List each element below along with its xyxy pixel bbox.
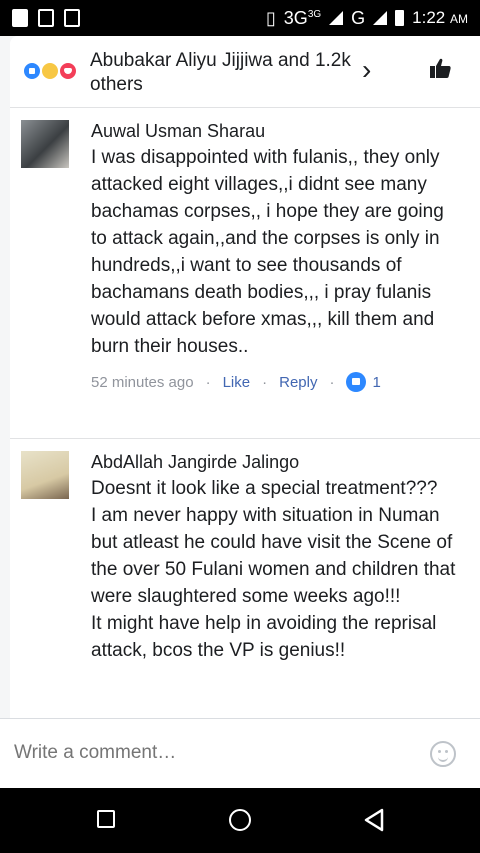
clock: 1:22 AM (412, 8, 468, 27)
comment-input[interactable] (14, 739, 394, 767)
comment: AbdAllah Jangirde Jalingo Doesnt it look… (10, 439, 480, 718)
comment-text: Doesnt it look like a special treatment?… (91, 478, 456, 661)
home-icon[interactable] (229, 809, 251, 831)
emoji-icon[interactable] (430, 741, 456, 767)
comment-body: Auwal Usman Sharau I was disappointed wi… (91, 120, 461, 392)
reply-button[interactable]: Reply (279, 374, 317, 391)
sad-icon (40, 61, 60, 81)
system-status: ▯ 3G3G G 1:22 AM (266, 8, 468, 29)
vibrate-icon: ▯ (265, 7, 276, 28)
like-icon (22, 61, 42, 81)
comment: Auwal Usman Sharau I was disappointed wi… (10, 108, 480, 438)
thumbs-up-icon[interactable] (428, 56, 452, 80)
avatar[interactable] (21, 120, 69, 168)
status-bar: ▯ 3G3G G 1:22 AM (0, 0, 480, 36)
network-type: 3G3G (283, 7, 322, 28)
reactions-text[interactable]: Abubakar Aliyu Jijjiwa and 1.2k others (90, 49, 360, 97)
comment-body: AbdAllah Jangirde Jalingo Doesnt it look… (91, 451, 461, 664)
reaction-icons (22, 61, 84, 83)
separator: · (329, 373, 335, 391)
love-icon (58, 61, 78, 81)
battery-icon (395, 10, 405, 26)
navigation-bar (0, 788, 480, 853)
notification-icons (12, 9, 80, 27)
signal-icon (329, 11, 344, 25)
mail-icon (38, 9, 54, 27)
like-count[interactable]: 1 (372, 374, 380, 391)
comment-author[interactable]: Auwal Usman Sharau (91, 120, 461, 142)
chevron-right-icon[interactable]: › (362, 56, 371, 84)
comment-composer (0, 718, 480, 788)
notification-icon (12, 9, 28, 27)
like-icon[interactable] (346, 372, 367, 392)
reactions-summary[interactable]: Abubakar Aliyu Jijjiwa and 1.2k others › (10, 36, 480, 108)
carrier-type: G (351, 7, 366, 28)
comment-meta: 52 minutes ago · Like · Reply · 1 (91, 372, 461, 392)
like-button[interactable]: Like (223, 374, 251, 391)
comment-author[interactable]: AbdAllah Jangirde Jalingo (91, 451, 461, 473)
separator: · (205, 373, 211, 391)
separator: · (262, 373, 268, 391)
comment-time: 52 minutes ago (91, 373, 194, 391)
avatar[interactable] (21, 451, 69, 499)
signal-icon-2 (373, 11, 388, 25)
recents-icon[interactable] (97, 810, 115, 828)
screenshot-icon (64, 9, 80, 27)
comment-text: I was disappointed with fulanis,, they o… (91, 147, 444, 357)
back-icon[interactable] (362, 807, 386, 833)
